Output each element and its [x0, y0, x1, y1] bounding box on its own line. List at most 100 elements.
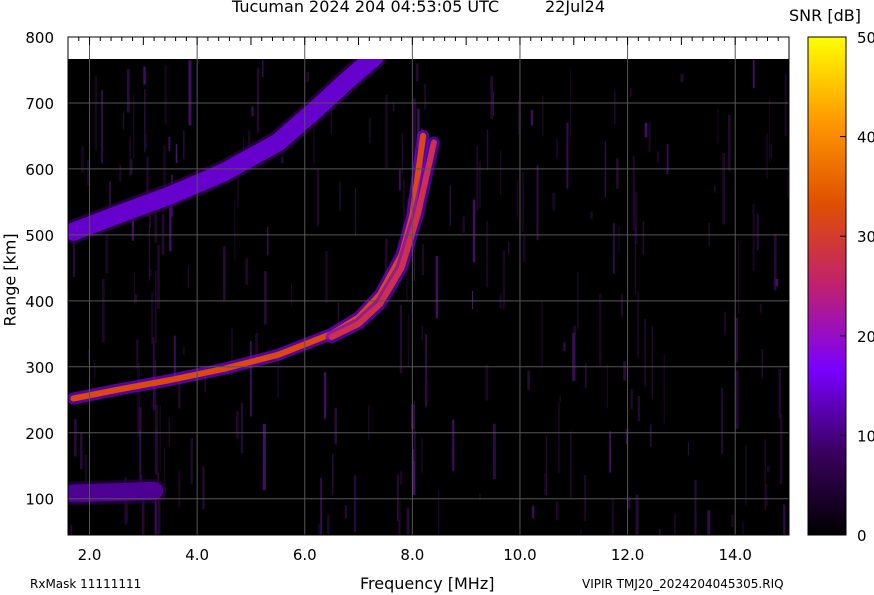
colorbar-tick-label: 30 — [857, 228, 874, 246]
echo-trace — [68, 481, 164, 503]
x-tick-label: 10.0 — [503, 546, 536, 564]
noise-streak — [556, 139, 559, 160]
noise-streak — [256, 68, 260, 133]
noise-streak — [334, 407, 337, 445]
noise-streak — [752, 203, 755, 272]
colorbar-tick-label: 40 — [857, 129, 874, 147]
noise-streak — [462, 216, 465, 234]
noise-streak — [202, 466, 205, 510]
noise-streak — [249, 341, 252, 417]
noise-streak — [556, 501, 559, 521]
noise-streak — [245, 258, 248, 285]
noise-streak — [251, 106, 254, 117]
plot-header-strip — [68, 37, 789, 59]
noise-streak — [397, 474, 399, 522]
noise-streak — [570, 431, 572, 499]
noise-streak — [281, 156, 284, 164]
noise-streak — [767, 465, 770, 472]
noise-streak — [141, 497, 145, 535]
noise-streak — [563, 342, 566, 352]
noise-streak — [353, 475, 357, 532]
colorbar-tick-label: 50 — [857, 29, 874, 47]
noise-streak — [522, 171, 525, 232]
noise-streak — [320, 478, 322, 535]
noise-streak — [635, 494, 639, 535]
noise-streak — [426, 379, 429, 404]
noise-streak — [584, 475, 587, 522]
x-tick-label: 6.0 — [293, 546, 317, 564]
noise-streak — [522, 235, 526, 263]
y-tick-label: 200 — [25, 425, 54, 443]
noise-streak — [94, 363, 96, 378]
noise-streak — [138, 407, 142, 433]
noise-streak — [761, 349, 764, 379]
noise-streak — [235, 411, 239, 439]
noise-streak — [151, 292, 154, 345]
noise-streak — [717, 108, 719, 144]
noise-streak — [134, 294, 137, 303]
y-tick-label: 600 — [25, 161, 54, 179]
noise-streak — [413, 430, 416, 461]
noise-streak — [452, 419, 455, 472]
noise-streak — [223, 246, 226, 301]
noise-streak — [623, 361, 627, 381]
noise-streak — [316, 169, 319, 227]
colorbar-tick-label: 0 — [857, 527, 867, 545]
noise-streak — [620, 293, 623, 317]
noise-streak — [485, 364, 489, 401]
noise-streak — [770, 143, 772, 159]
x-tick-label: 2.0 — [78, 546, 102, 564]
noise-streak — [499, 294, 502, 309]
noise-streak — [332, 454, 334, 496]
noise-streak — [516, 180, 519, 218]
noise-streak — [722, 152, 725, 225]
noise-streak — [764, 439, 766, 511]
noise-streak — [168, 416, 170, 448]
noise-streak — [648, 121, 651, 153]
noise-streak — [559, 395, 561, 403]
noise-streak — [707, 510, 711, 535]
noise-streak — [637, 395, 640, 422]
noise-streak — [182, 346, 185, 356]
noise-streak — [123, 111, 125, 130]
noise-streak — [70, 524, 73, 535]
noise-streak — [438, 489, 440, 535]
noise-streak — [369, 117, 371, 144]
noise-streak — [637, 291, 640, 359]
noise-streak — [541, 300, 543, 369]
noise-streak — [74, 419, 77, 457]
noise-streak — [644, 318, 646, 387]
noise-streak — [630, 388, 633, 409]
noise-streak — [190, 437, 193, 484]
noise-streak — [424, 83, 427, 110]
noise-streak — [766, 133, 768, 180]
noise-streak — [616, 158, 619, 189]
noise-streak — [263, 271, 267, 325]
noise-streak — [237, 176, 239, 209]
noise-streak — [598, 293, 602, 366]
noise-streak — [398, 168, 401, 191]
y-tick-label: 300 — [25, 359, 54, 377]
y-tick-label: 700 — [25, 95, 54, 113]
colorbar-tick-label: 10 — [857, 427, 874, 445]
noise-streak — [630, 88, 632, 97]
noise-streak — [262, 423, 266, 490]
noise-streak — [407, 313, 410, 368]
noise-streak — [651, 325, 653, 400]
noise-streak — [262, 59, 264, 78]
noise-streak — [486, 220, 489, 288]
noise-streak — [634, 223, 636, 295]
noise-streak — [84, 454, 88, 483]
colorbar-tick-label: 20 — [857, 328, 874, 346]
noise-streak — [178, 471, 181, 508]
noise-streak — [545, 435, 548, 497]
noise-streak — [609, 431, 612, 473]
noise-streak — [527, 370, 530, 391]
noise-streak — [756, 213, 759, 251]
noise-streak — [406, 268, 408, 302]
noise-streak — [355, 187, 356, 236]
noise-streak — [421, 243, 425, 276]
noise-streak — [435, 255, 439, 318]
y-tick-label: 800 — [25, 29, 54, 47]
noise-streak — [517, 100, 520, 135]
